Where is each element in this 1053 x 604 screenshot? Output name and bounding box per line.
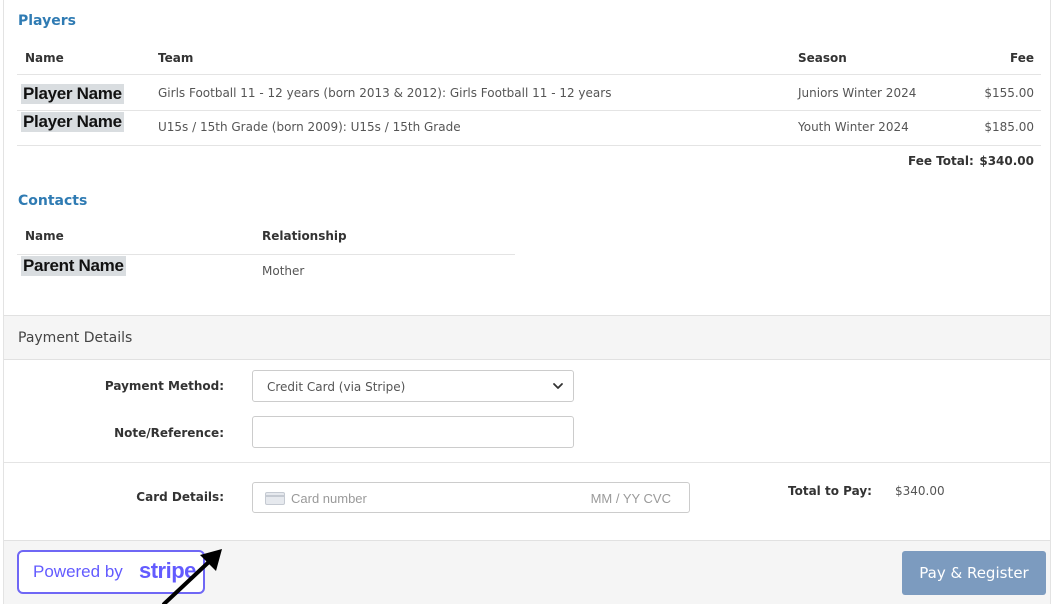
player-team: Girls Football 11 - 12 years (born 2013 …	[158, 86, 612, 100]
payment-method-select[interactable]: Credit Card (via Stripe)	[252, 370, 574, 402]
fee-total-value: $340.00	[979, 154, 1034, 168]
total-to-pay-value: $340.00	[895, 484, 945, 498]
payment-details-title: Payment Details	[18, 330, 133, 346]
card-details-input[interactable]: Card number MM / YY CVC	[252, 482, 690, 513]
players-header-name: Name	[25, 51, 64, 65]
players-header-fee: Fee	[1010, 51, 1034, 65]
players-title: Players	[18, 13, 76, 29]
players-header-season: Season	[798, 51, 847, 65]
player-name-redacted: Player Name	[21, 84, 124, 104]
payment-details-header: Payment Details	[4, 315, 1050, 360]
contacts-header-name: Name	[25, 229, 64, 243]
player-season: Youth Winter 2024	[798, 120, 909, 134]
stripe-prefix: Powered by	[33, 562, 123, 581]
players-header-team: Team	[158, 51, 194, 65]
chevron-down-icon	[553, 383, 563, 389]
card-details-label: Card Details:	[136, 490, 224, 504]
contact-relationship: Mother	[262, 264, 305, 278]
total-to-pay-label: Total to Pay:	[788, 484, 872, 498]
contacts-header-relationship: Relationship	[262, 229, 347, 243]
payment-method-value: Credit Card (via Stripe)	[267, 380, 406, 394]
fee-total-label: Fee Total:	[908, 154, 974, 168]
player-fee: $185.00	[984, 120, 1034, 134]
divider	[17, 254, 515, 255]
credit-card-icon	[265, 492, 285, 505]
divider	[17, 145, 1041, 146]
annotation-arrow-icon	[162, 549, 222, 604]
card-exp-cvc-placeholder: MM / YY CVC	[590, 491, 671, 506]
pay-register-button[interactable]: Pay & Register	[902, 551, 1046, 595]
divider	[17, 110, 1041, 111]
contact-name-redacted: Parent Name	[21, 256, 126, 276]
player-name-redacted: Player Name	[21, 112, 124, 132]
player-team: U15s / 15th Grade (born 2009): U15s / 15…	[158, 120, 461, 134]
note-reference-input[interactable]	[252, 416, 574, 448]
payment-method-label: Payment Method:	[104, 379, 224, 393]
player-season: Juniors Winter 2024	[798, 86, 917, 100]
divider	[17, 74, 1041, 75]
note-reference-label: Note/Reference:	[114, 426, 224, 440]
divider	[4, 462, 1050, 463]
player-fee: $155.00	[984, 86, 1034, 100]
card-number-placeholder: Card number	[291, 491, 367, 506]
contacts-title: Contacts	[18, 193, 88, 209]
